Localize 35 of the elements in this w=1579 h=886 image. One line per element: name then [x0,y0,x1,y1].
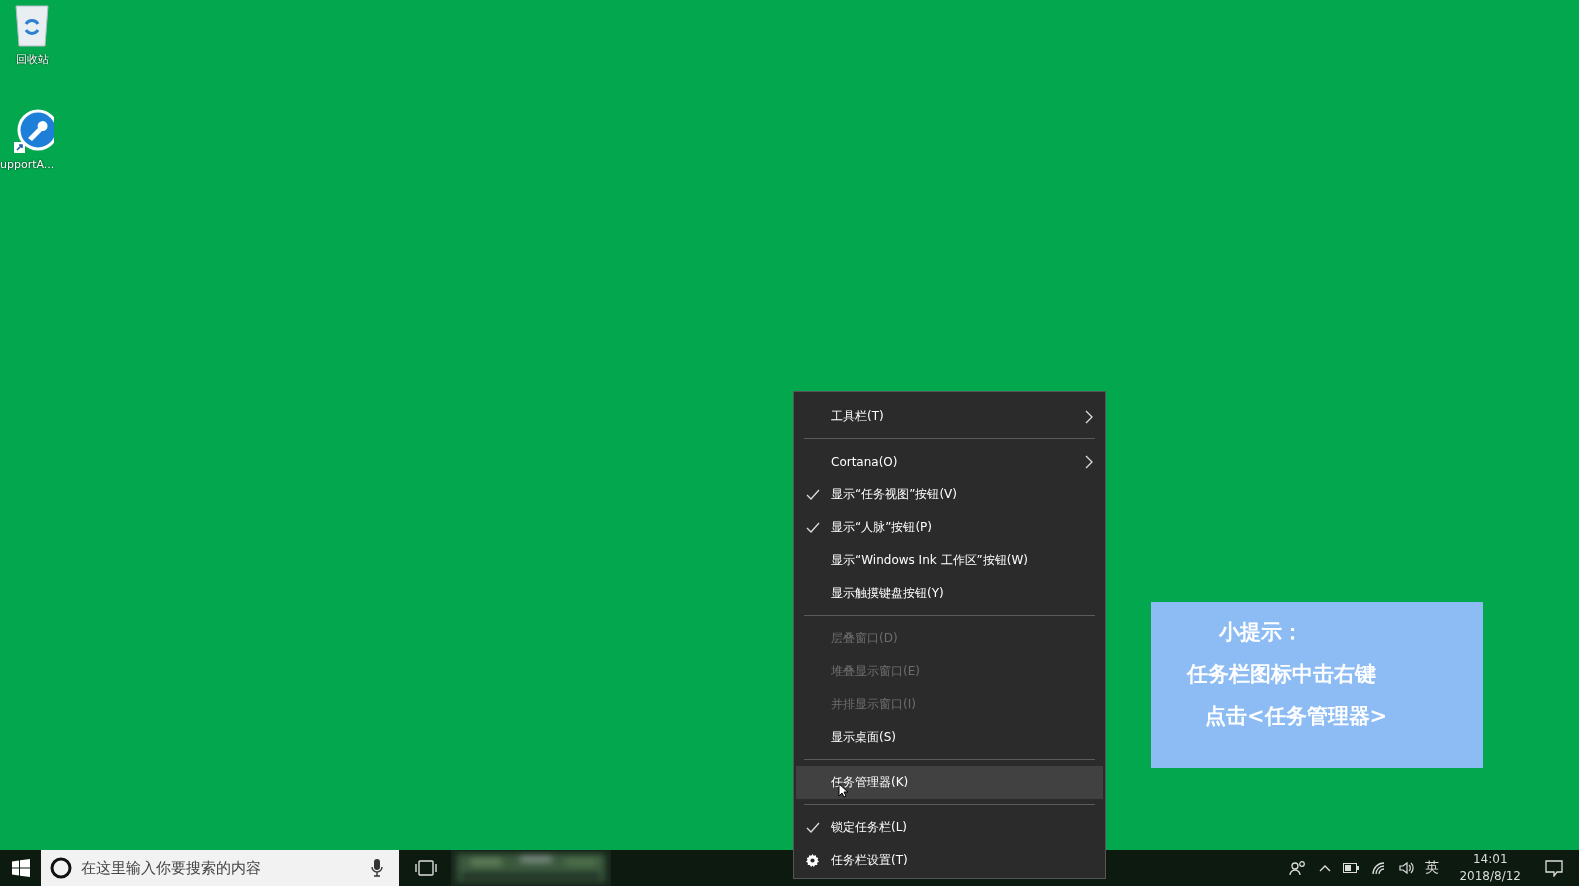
people-icon[interactable] [1289,860,1308,876]
check-icon [806,489,820,500]
menu-item[interactable]: 显示桌面(S) [796,721,1103,754]
check-icon [806,822,820,833]
desktop-icon-label: upportA... [0,158,55,171]
menu-item[interactable]: Cortana(O) [796,445,1103,478]
desktop-icon-label: 回收站 [15,52,49,67]
check-icon [806,522,820,533]
input-method-indicator[interactable]: 英 [1425,859,1440,877]
search-field[interactable]: 在这里输入你要搜索的内容 [41,850,399,886]
menu-item[interactable]: 显示“Windows Ink 工作区”按钮(W) [796,544,1103,577]
menu-item[interactable]: 工具栏(T) [796,400,1103,433]
microphone-icon[interactable] [371,859,383,877]
speaker-icon[interactable] [1399,861,1416,875]
date-text: 2018/8/12 [1459,868,1521,885]
tip-title: 小提示： [1219,619,1303,646]
menu-item[interactable]: 任务栏设置(T) [796,844,1103,877]
chevron-right-icon [1085,409,1093,424]
menu-item[interactable]: 显示“任务视图”按钮(V) [796,478,1103,511]
cortana-ring-icon [50,857,72,879]
recycle-bin-icon[interactable] [12,2,52,48]
menu-item[interactable]: 显示“人脉”按钮(P) [796,511,1103,544]
task-view-icon[interactable] [415,859,437,877]
clock[interactable]: 14:01 2018/8/12 [1459,851,1521,885]
time-text: 14:01 [1472,851,1508,868]
tip-text: 点击<任务管理器> [1205,703,1388,730]
menu-item[interactable]: 显示触摸键盘按钮(Y) [796,577,1103,610]
settings-icon [806,854,819,867]
battery-icon[interactable] [1343,863,1360,873]
menu-item[interactable]: 锁定任务栏(L) [796,811,1103,844]
windows-logo-icon [11,859,30,877]
notification-icon[interactable] [1545,859,1563,877]
chevron-right-icon [1085,454,1093,469]
chevron-up-icon[interactable] [1319,864,1332,872]
tip-text: 任务栏图标中击右键 [1187,661,1376,688]
